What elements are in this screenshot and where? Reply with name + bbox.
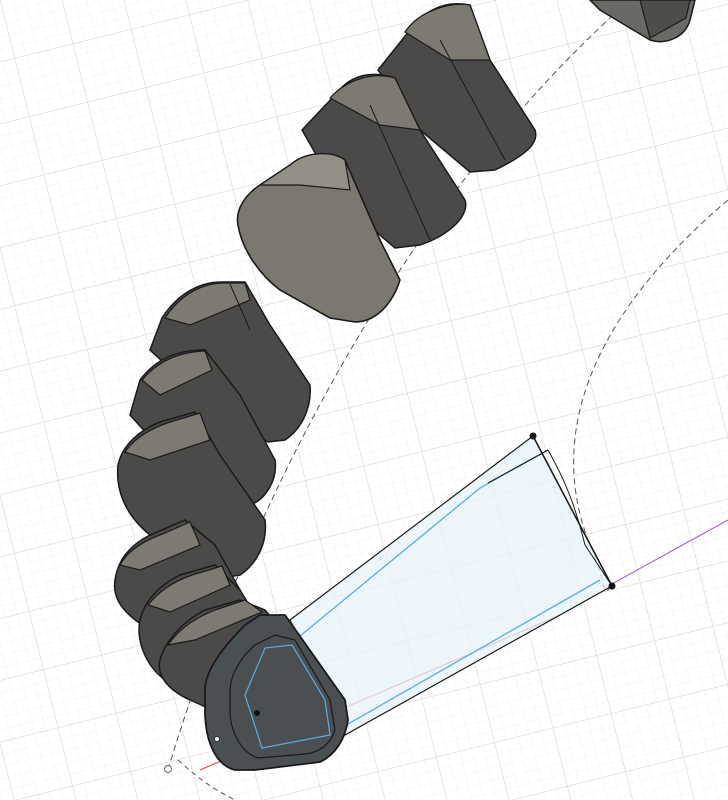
- path-start-point[interactable]: [164, 765, 172, 773]
- sketch-point-center[interactable]: [254, 710, 260, 716]
- model-canvas[interactable]: [0, 0, 728, 800]
- sketch-point-left[interactable]: [214, 736, 220, 742]
- sketch-point-top[interactable]: [529, 432, 537, 440]
- 3d-viewport[interactable]: [0, 0, 728, 800]
- sketch-point-right[interactable]: [608, 582, 616, 590]
